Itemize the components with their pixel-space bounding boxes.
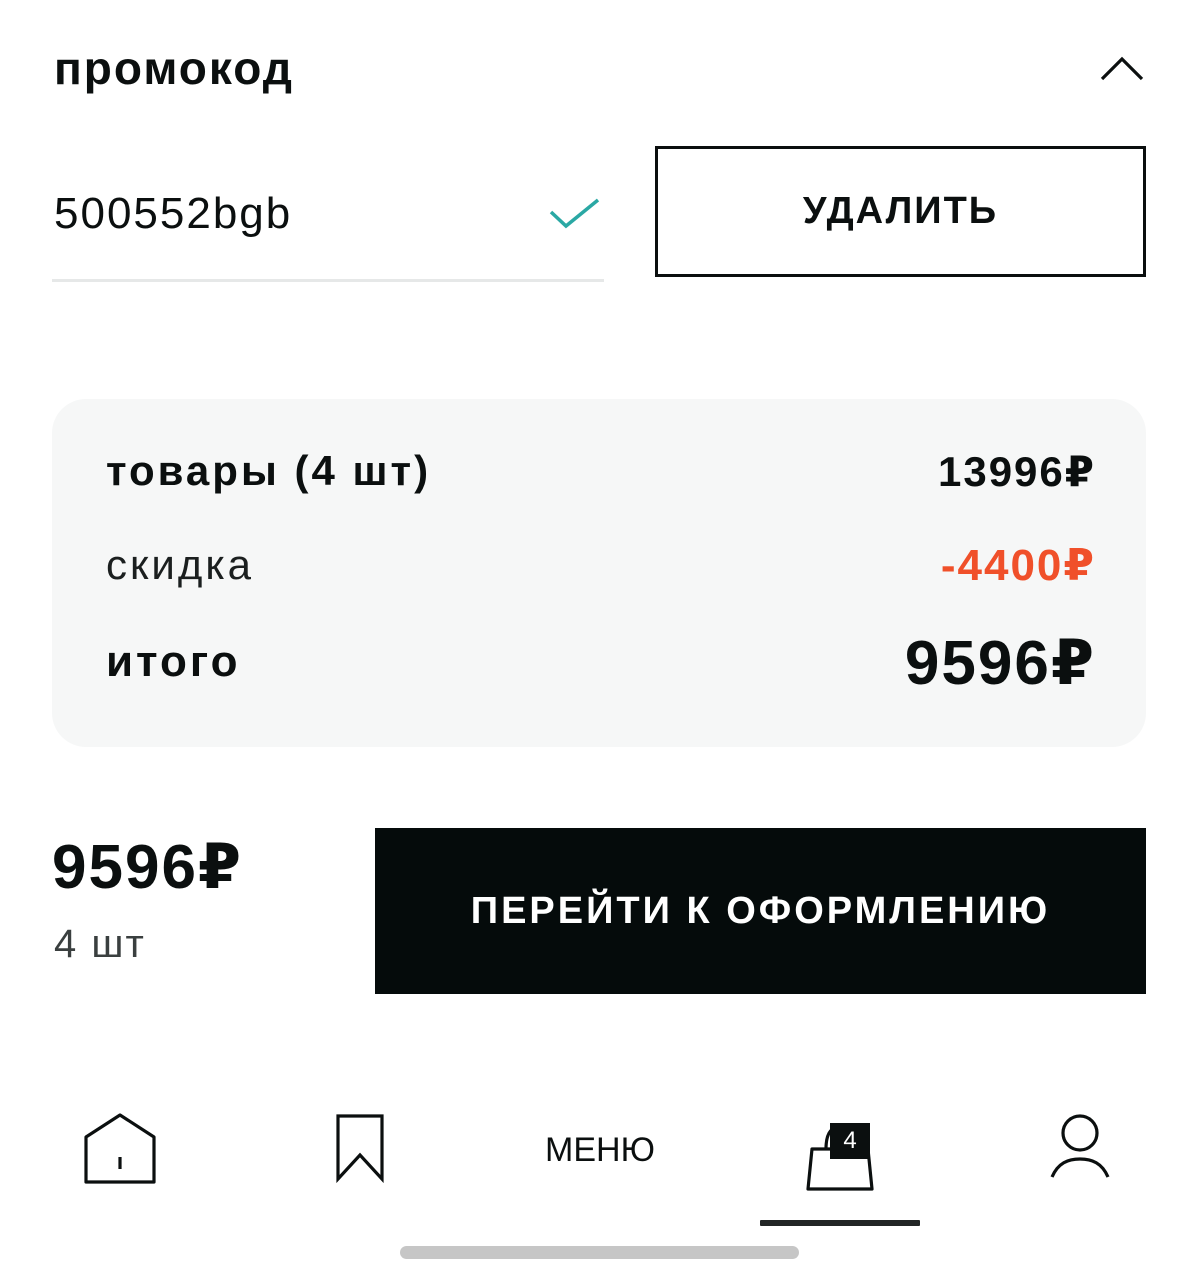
order-summary: товары (4 шт) 13996₽ скидка -4400₽ итого… xyxy=(52,399,1146,747)
promo-code-field xyxy=(52,160,604,282)
active-tab-indicator xyxy=(760,1220,920,1226)
cart-count-badge: 4 xyxy=(830,1123,870,1159)
bottom-nav: МЕНЮ 4 xyxy=(0,1090,1200,1230)
nav-item-favorites[interactable] xyxy=(240,1090,480,1210)
total-value: 9596₽ xyxy=(904,628,1096,698)
summary-row-total: итого 9596₽ xyxy=(106,625,1096,699)
nav-item-profile[interactable] xyxy=(960,1090,1200,1210)
bookmark-icon xyxy=(335,1113,385,1188)
cart-icon-wrap: 4 xyxy=(800,1105,880,1195)
nav-item-home[interactable] xyxy=(0,1090,240,1210)
cart-page: промокод УДАЛИТЬ товары (4 шт) 13996₽ ск… xyxy=(0,0,1200,1286)
summary-row-goods: товары (4 шт) 13996₽ xyxy=(106,439,1096,503)
user-icon xyxy=(1048,1113,1112,1188)
discount-label: скидка xyxy=(106,541,254,588)
goods-value: 13996₽ xyxy=(937,447,1096,495)
home-indicator-bar[interactable] xyxy=(400,1246,799,1259)
goods-label: товары (4 шт) xyxy=(106,447,432,494)
checkout-button[interactable]: ПЕРЕЙТИ К ОФОРМЛЕНИЮ xyxy=(375,828,1146,994)
total-label: итого xyxy=(106,637,241,686)
discount-value: -4400₽ xyxy=(940,540,1096,590)
checkout-quantity: 4 шт xyxy=(54,922,146,966)
promo-code-input[interactable] xyxy=(54,182,524,246)
menu-label: МЕНЮ xyxy=(545,1130,655,1169)
nav-item-menu[interactable]: МЕНЮ xyxy=(480,1090,720,1210)
check-icon xyxy=(548,194,602,234)
delete-promo-button[interactable]: УДАЛИТЬ xyxy=(655,146,1146,277)
checkout-price: 9596₽ xyxy=(52,833,244,902)
home-icon xyxy=(83,1111,157,1190)
nav-item-cart[interactable]: 4 xyxy=(720,1090,960,1210)
promo-header[interactable]: промокод xyxy=(54,36,1146,100)
summary-row-discount: скидка -4400₽ xyxy=(106,533,1096,597)
chevron-up-icon[interactable] xyxy=(1100,46,1144,90)
promo-title: промокод xyxy=(54,42,295,94)
